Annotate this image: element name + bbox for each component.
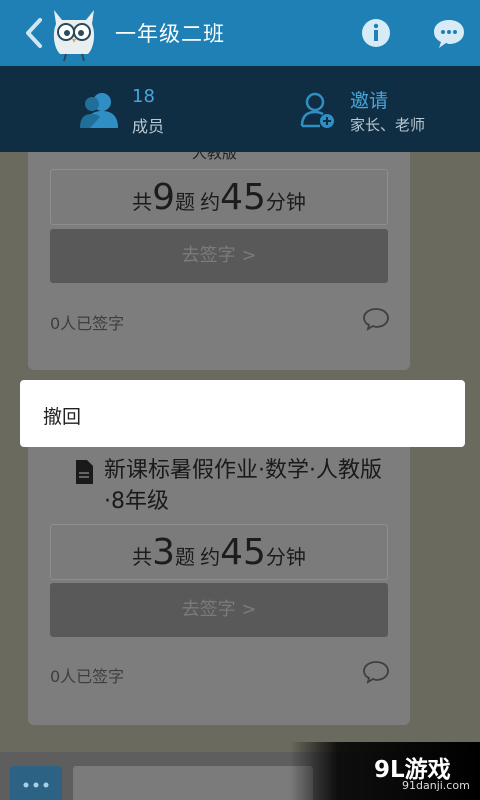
comment-icon[interactable]: [362, 307, 390, 331]
info-icon[interactable]: [360, 17, 392, 49]
minutes-unit: 分钟: [265, 190, 306, 214]
approx-label: 约: [200, 190, 221, 214]
recall-menu-item[interactable]: 撤回: [43, 402, 81, 429]
members-icon: [80, 93, 118, 128]
members-label: 成员: [132, 117, 165, 136]
members-count: 18: [132, 86, 155, 107]
context-menu: 撤回: [20, 380, 465, 447]
invite-title: 邀请: [350, 90, 389, 112]
question-unit: 题: [175, 190, 195, 214]
more-dots-icon: [23, 782, 49, 788]
add-person-icon: [300, 92, 334, 128]
minutes-value: 45: [220, 532, 266, 573]
more-button[interactable]: [10, 766, 62, 800]
chat-bubble-icon[interactable]: [432, 17, 466, 49]
homework-title: 人教版: [192, 152, 238, 162]
watermark-url: 91danji.com: [402, 779, 470, 792]
homework-feed[interactable]: 人教版 共9题 约45分钟 去签字 > 0人已签字 新课标暑假作业·数学·人教版…: [0, 152, 480, 752]
approx-label: 约: [200, 545, 221, 569]
question-summary: 共3题 约45分钟: [50, 524, 388, 580]
homework-title: 新课标暑假作业·数学·人教版·8年级: [104, 458, 382, 514]
question-summary: 共9题 约45分钟: [50, 169, 388, 225]
message-input[interactable]: [73, 766, 313, 800]
sign-button[interactable]: 去签字 >: [50, 583, 388, 637]
comment-icon[interactable]: [362, 660, 390, 684]
document-icon: [76, 460, 93, 484]
invite-subtitle: 家长、老师: [350, 116, 426, 134]
minutes-unit: 分钟: [265, 545, 306, 569]
question-count: 9: [152, 177, 175, 218]
signed-count: 0人已签字: [50, 667, 125, 686]
class-subheader: 18 成员 邀请 家长、老师: [0, 66, 480, 152]
question-unit: 题: [175, 545, 195, 569]
minutes-value: 45: [220, 177, 266, 218]
invite-button[interactable]: 邀请 家长、老师: [300, 86, 470, 136]
homework-card[interactable]: 人教版 共9题 约45分钟 去签字 > 0人已签字: [28, 152, 410, 370]
app-header: 一年级二班: [0, 0, 480, 66]
homework-card[interactable]: 新课标暑假作业·数学·人教版·8年级 共3题 约45分钟 去签字 > 0人已签字: [28, 435, 410, 725]
question-count: 3: [152, 532, 175, 573]
members-button[interactable]: 18 成员: [78, 86, 238, 136]
signed-count: 0人已签字: [50, 314, 125, 333]
count-prefix: 共: [132, 545, 153, 569]
owl-logo-icon: [53, 10, 95, 62]
page-title: 一年级二班: [115, 22, 225, 46]
sign-button[interactable]: 去签字 >: [50, 229, 388, 283]
chevron-left-icon[interactable]: [20, 14, 48, 52]
watermark: 9L游戏 91danji.com: [290, 742, 480, 800]
count-prefix: 共: [132, 190, 153, 214]
